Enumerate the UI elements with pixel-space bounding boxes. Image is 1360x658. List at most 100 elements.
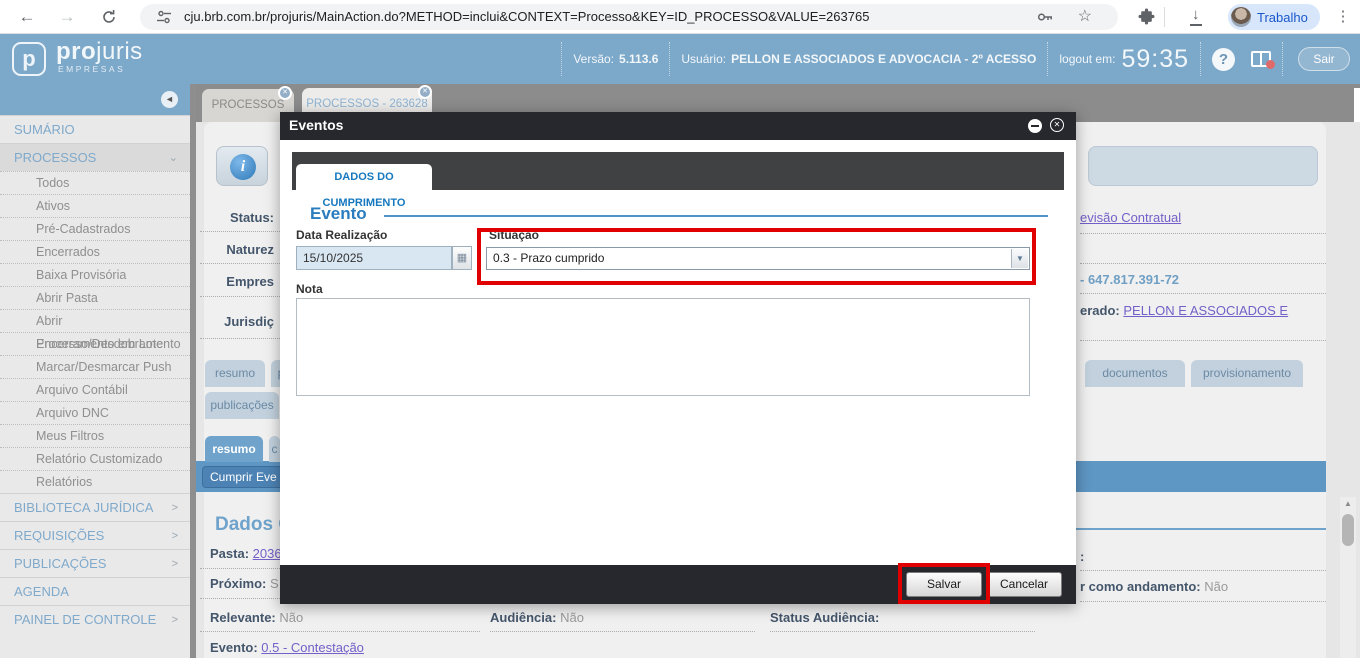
toolbar-divider xyxy=(1164,7,1165,27)
sidebar-item-painel-controle[interactable]: PAINEL DE CONTROLE> xyxy=(0,605,190,633)
tab-resumo-outer[interactable]: resumo xyxy=(205,360,265,387)
nota-label: Nota xyxy=(296,282,323,296)
sidebar-item-encerramento-lote[interactable]: Encerramento em Lote xyxy=(0,332,190,355)
sidebar-item-processos[interactable]: PROCESSOS ⌄ xyxy=(0,143,190,171)
calendar-icon[interactable]: ▦ xyxy=(452,246,472,270)
andamento-value: Não xyxy=(1204,579,1228,594)
sidebar-item-relatorios[interactable]: Relatórios xyxy=(0,470,190,493)
evento-link[interactable]: 0.5 - Contestação xyxy=(261,640,364,655)
user-label: Usuário: xyxy=(681,52,726,66)
forward-icon[interactable]: → xyxy=(54,4,80,30)
modal-header[interactable]: Eventos ✕ xyxy=(280,112,1076,140)
relevante-value: Não xyxy=(279,610,303,625)
doc-number-text: - 647.817.391-72 xyxy=(1080,272,1179,287)
version-label: Versão: xyxy=(573,52,614,66)
sidebar-item-relatorio-customizado[interactable]: Relatório Customizado xyxy=(0,447,190,470)
sidebar-edge xyxy=(190,84,196,658)
tab-publicacoes[interactable]: publicações xyxy=(205,392,279,419)
sidebar-item-label: PROCESSOS xyxy=(14,150,96,165)
data-realizacao-input[interactable] xyxy=(296,246,452,270)
chevron-down-icon: ⌄ xyxy=(169,144,178,172)
url-bar[interactable]: cju.brb.com.br/projuris/MainAction.do?ME… xyxy=(140,4,1118,30)
scrollbar-thumb[interactable] xyxy=(1342,514,1354,546)
sidebar-item-abrir-processo[interactable]: Abrir Processo/Desdobramento xyxy=(0,309,190,332)
sidebar-item-label: BIBLIOTECA JURÍDICA xyxy=(14,500,153,515)
scroll-up-icon[interactable]: ▲ xyxy=(1340,499,1356,508)
tab-dados-cumprimento[interactable]: DADOS DO CUMPRIMENTO xyxy=(296,164,432,190)
sidebar-item-todos[interactable]: Todos xyxy=(0,171,190,194)
gift-notifications-icon[interactable] xyxy=(1251,51,1271,67)
pasta-link[interactable]: 2036 xyxy=(253,546,282,561)
chevron-right-icon: > xyxy=(172,522,178,550)
url-text[interactable]: cju.brb.com.br/projuris/MainAction.do?ME… xyxy=(184,9,869,24)
sidebar-item-pre-cadastrados[interactable]: Pré-Cadastrados xyxy=(0,217,190,240)
sidebar-item-baixa-provisoria[interactable]: Baixa Provisória xyxy=(0,263,190,286)
proximo-value: S xyxy=(270,576,279,591)
header-info-box xyxy=(1088,146,1318,186)
back-icon[interactable]: ← xyxy=(14,4,40,30)
sidebar-item-publicacoes[interactable]: PUBLICAÇÕES> xyxy=(0,549,190,577)
help-icon[interactable]: ? xyxy=(1212,48,1235,71)
nota-textarea[interactable] xyxy=(296,298,1030,396)
brand-name: projuris xyxy=(56,38,143,66)
close-tab-icon[interactable]: ✕ xyxy=(278,86,292,100)
tab-documentos[interactable]: documentos xyxy=(1085,360,1185,387)
bookmark-star-icon[interactable]: ☆ xyxy=(1078,6,1092,26)
sidebar-item-label: PAINEL DE CONTROLE xyxy=(14,612,156,627)
minimize-icon[interactable] xyxy=(1028,119,1042,133)
extensions-icon[interactable] xyxy=(1138,8,1155,30)
cumprir-evento-button[interactable]: Cumprir Eve xyxy=(202,466,284,488)
section-divider xyxy=(384,215,1048,217)
download-icon[interactable]: ↓ xyxy=(1190,5,1202,26)
sidebar-item-sumario[interactable]: SUMÁRIO xyxy=(0,115,190,143)
sidebar-item-encerrados[interactable]: Encerrados xyxy=(0,240,190,263)
header-divider xyxy=(669,42,670,76)
pasta-row: Pasta: 2036 xyxy=(210,546,282,561)
proximo-row: Próximo: S xyxy=(210,576,279,591)
sidebar-item-meus-filtros[interactable]: Meus Filtros xyxy=(0,424,190,447)
audiencia-label: Audiência: xyxy=(490,610,556,625)
sidebar-item-marcar-push[interactable]: Marcar/Desmarcar Push xyxy=(0,355,190,378)
logout-label: logout em: xyxy=(1059,52,1115,66)
user-value: PELLON E ASSOCIADOS E ADVOCACIA - 2º ACE… xyxy=(731,52,1036,66)
sair-button[interactable]: Sair xyxy=(1298,47,1350,71)
evento-section-title: Evento xyxy=(310,204,367,224)
link-text[interactable]: evisão Contratual xyxy=(1080,210,1181,225)
tab-provisionamento[interactable]: provisionamento xyxy=(1191,360,1303,387)
tab-resumo-active[interactable]: resumo xyxy=(205,436,263,462)
close-tab-icon[interactable]: ✕ xyxy=(418,85,432,99)
revisao-contratual-link[interactable]: evisão Contratual xyxy=(1080,210,1181,225)
sidebar: ◄ SUMÁRIO PROCESSOS ⌄ Todos Ativos Pré-Ca… xyxy=(0,84,190,658)
brand-bold: pro xyxy=(56,38,96,65)
reload-icon[interactable] xyxy=(96,4,122,30)
sidebar-item-ativos[interactable]: Ativos xyxy=(0,194,190,217)
sidebar-item-arquivo-contabil[interactable]: Arquivo Contábil xyxy=(0,378,190,401)
header-right: Versão: 5.113.6 Usuário: PELLON E ASSOCI… xyxy=(550,34,1360,84)
modal-tab-strip: DADOS DO CUMPRIMENTO xyxy=(292,152,1064,190)
sidebar-item-label: PUBLICAÇÕES xyxy=(14,556,106,571)
password-key-icon[interactable] xyxy=(1036,9,1054,30)
sidebar-collapse-icon[interactable]: ◄ xyxy=(161,91,178,108)
kebab-menu-icon[interactable]: ⋮ xyxy=(1330,4,1356,30)
pellon-link[interactable]: PELLON E ASSOCIADOS E xyxy=(1123,303,1288,318)
sidebar-item-agenda[interactable]: AGENDA xyxy=(0,577,190,605)
cancelar-button[interactable]: Cancelar xyxy=(986,572,1062,597)
sidebar-item-abrir-pasta[interactable]: Abrir Pasta xyxy=(0,286,190,309)
close-icon[interactable]: ✕ xyxy=(1050,118,1064,132)
scrollbar[interactable]: ▲ xyxy=(1340,497,1356,658)
header-divider xyxy=(1200,42,1201,76)
audiencia-value: Não xyxy=(560,610,584,625)
site-info-icon[interactable] xyxy=(156,10,172,29)
sidebar-item-arquivo-dnc[interactable]: Arquivo DNC xyxy=(0,401,190,424)
evento-row: Evento: 0.5 - Contestação xyxy=(210,640,364,655)
sidebar-item-requisicoes[interactable]: REQUISIÇÕES> xyxy=(0,521,190,549)
screen: ← → cju.brb.com.br/projuris/MainAction.d… xyxy=(0,0,1360,658)
sidebar-item-biblioteca[interactable]: BIBLIOTECA JURÍDICA> xyxy=(0,493,190,521)
pasta-label: Pasta: xyxy=(210,546,249,561)
andamento-row: r como andamento: Não xyxy=(1080,579,1228,594)
profile-chip[interactable]: Trabalho xyxy=(1228,4,1320,30)
info-button[interactable]: i xyxy=(216,146,268,186)
evento-label: Evento: xyxy=(210,640,258,655)
tab-partial-c[interactable]: c xyxy=(269,436,280,462)
projuris-logo-icon[interactable]: p xyxy=(12,42,46,76)
